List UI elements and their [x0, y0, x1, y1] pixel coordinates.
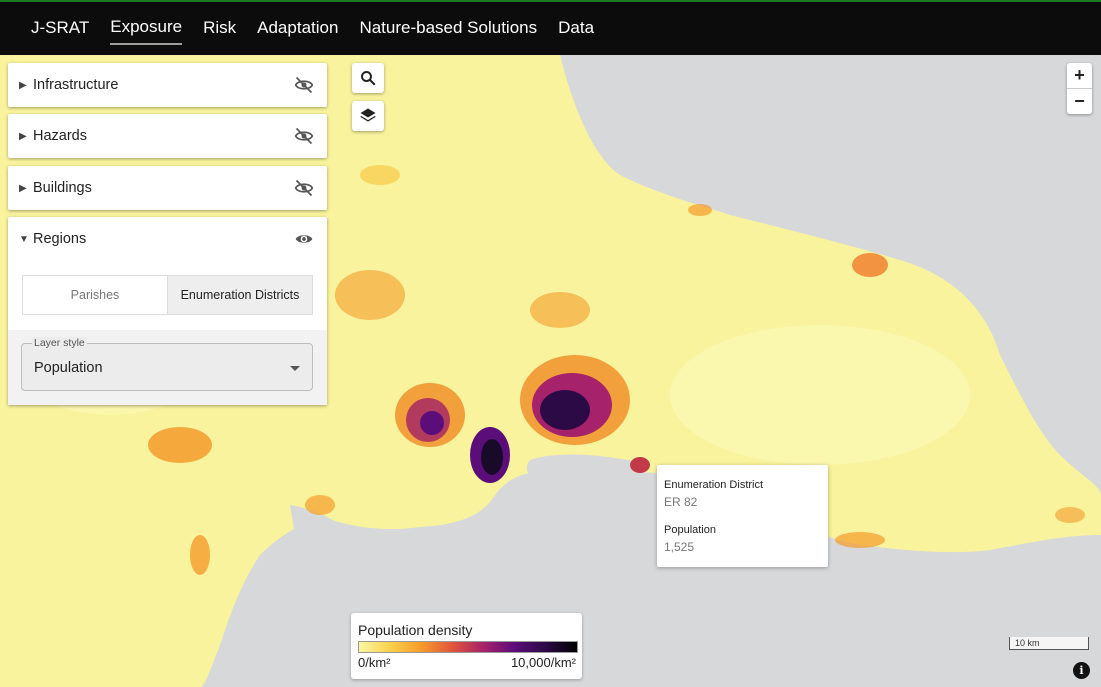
search-icon [361, 71, 376, 86]
eye-off-icon[interactable] [293, 178, 315, 198]
toggle-enumeration-districts[interactable]: Enumeration Districts [167, 276, 312, 314]
panel-regions-header[interactable]: ▼ Regions [8, 217, 327, 261]
layers-button[interactable] [352, 101, 384, 131]
caret-right-icon: ▶ [19, 130, 27, 142]
layer-style-select[interactable]: Layer style Population [21, 337, 313, 391]
tooltip-population-value: 1,525 [664, 540, 695, 554]
caret-right-icon: ▶ [19, 79, 27, 91]
scale-bar: 10 km [1009, 637, 1089, 650]
panel-title-regions: Regions [33, 231, 87, 247]
nav-j-srat[interactable]: J-SRAT [31, 14, 89, 44]
panel-title-infrastructure: Infrastructure [33, 77, 119, 93]
nav-adaptation[interactable]: Adaptation [257, 14, 338, 44]
info-icon[interactable]: i [1073, 662, 1090, 679]
tooltip-district-label: Enumeration District [664, 479, 764, 491]
tooltip-population-label: Population [664, 524, 716, 536]
panel-title-hazards: Hazards [33, 128, 87, 144]
tooltip-district-value: ER 82 [664, 495, 698, 509]
eye-icon[interactable] [293, 229, 315, 249]
layer-style-label: Layer style [32, 337, 87, 349]
region-type-toggle: Parishes Enumeration Districts [22, 275, 313, 315]
zoom-control: + − [1067, 63, 1092, 114]
caret-down-icon: ▼ [19, 233, 29, 245]
map-legend: Population density 0/km² 10,000/km² [351, 613, 582, 679]
nav-nature-based-solutions[interactable]: Nature-based Solutions [359, 14, 537, 44]
legend-title: Population density [358, 622, 473, 638]
legend-max-label: 10,000/km² [510, 655, 576, 670]
top-nav-bar: J-SRAT Exposure Risk Adaptation Nature-b… [0, 0, 1101, 55]
toggle-parishes[interactable]: Parishes [23, 276, 167, 314]
panel-infrastructure[interactable]: ▶ Infrastructure [8, 63, 327, 107]
zoom-in-button[interactable]: + [1067, 63, 1092, 89]
nav-exposure[interactable]: Exposure [110, 13, 183, 45]
panel-title-buildings: Buildings [33, 180, 92, 196]
legend-min-label: 0/km² [358, 655, 391, 670]
layer-style-section: Layer style Population [8, 330, 327, 405]
map-tooltip: Enumeration District ER 82 Population 1,… [657, 465, 828, 567]
layers-icon [360, 108, 376, 122]
legend-color-ramp [358, 641, 578, 653]
panel-regions: ▼ Regions Parishes Enumeration Districts… [8, 217, 327, 405]
panel-hazards[interactable]: ▶ Hazards [8, 114, 327, 158]
dropdown-arrow-icon [290, 366, 300, 371]
nav-risk[interactable]: Risk [203, 14, 236, 44]
zoom-out-button[interactable]: − [1067, 89, 1092, 114]
layer-style-value: Population [34, 360, 103, 376]
caret-right-icon: ▶ [19, 182, 27, 194]
nav-data[interactable]: Data [558, 14, 594, 44]
eye-off-icon[interactable] [293, 126, 315, 146]
panel-buildings[interactable]: ▶ Buildings [8, 166, 327, 210]
search-button[interactable] [352, 63, 384, 93]
eye-off-icon[interactable] [293, 75, 315, 95]
